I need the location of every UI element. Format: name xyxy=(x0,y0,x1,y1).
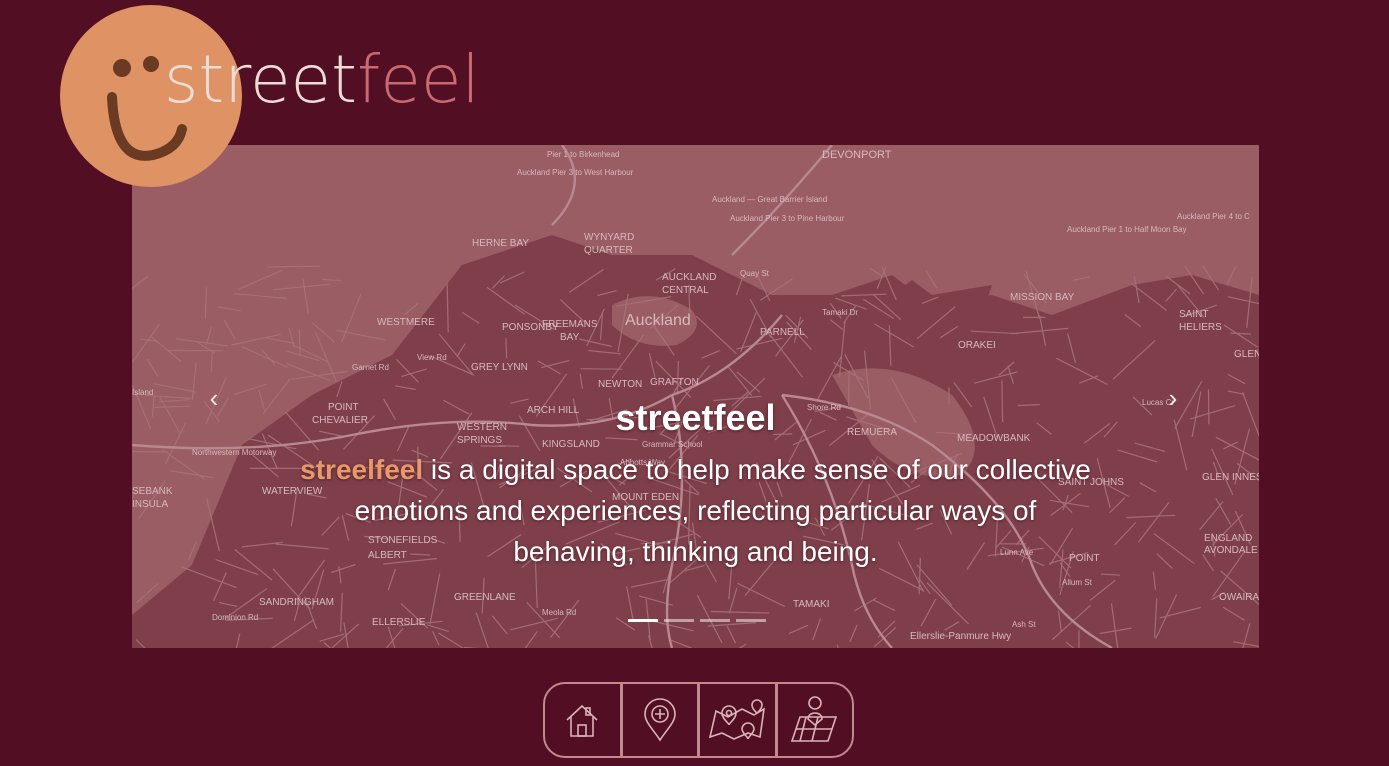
map-label: BAY xyxy=(560,332,580,343)
map-street xyxy=(580,368,623,370)
map-label: Ash St xyxy=(1012,620,1036,629)
map-label: Island xyxy=(132,388,153,397)
map-label: Meola Rd xyxy=(542,608,576,617)
map-label: TAMAKI xyxy=(793,599,829,610)
carousel-indicator[interactable] xyxy=(628,619,658,622)
caption-brand-word: streelfeel xyxy=(300,454,424,485)
nav-add-location-button[interactable] xyxy=(619,684,698,756)
map-label: Northwestern Motorway xyxy=(192,448,276,457)
nav-my-location-button[interactable] xyxy=(774,684,853,756)
map-label: GRAFTON xyxy=(650,377,699,388)
hero-carousel: DEVONPORT Pier 1 to Birkenhead Auckland Pi… xyxy=(132,145,1259,648)
map-person-icon xyxy=(790,696,837,742)
bottom-nav xyxy=(543,682,854,758)
map-label: SEBANK xyxy=(132,486,173,497)
carousel-indicators xyxy=(628,619,766,622)
home-icon xyxy=(566,704,598,737)
map-street xyxy=(505,338,508,359)
caption-title: streetfeel xyxy=(615,397,776,438)
map-label: GREENLANE xyxy=(454,592,516,603)
caption-description: streelfeel is a digital space to help ma… xyxy=(292,449,1099,572)
nav-home-button[interactable] xyxy=(545,684,620,756)
carousel-indicator[interactable] xyxy=(664,619,694,622)
carousel-next-button[interactable]: › xyxy=(1158,383,1188,413)
map-label: QUARTER xyxy=(584,245,633,256)
streetfeel-logo[interactable]: streetfeel xyxy=(60,5,540,195)
chevron-right-icon: › xyxy=(1168,383,1178,413)
map-label: View Rd xyxy=(417,353,447,362)
folded-map-icon xyxy=(709,699,766,740)
logo-word-feel: feel xyxy=(357,41,480,118)
carousel-indicator[interactable] xyxy=(736,619,766,622)
map-label: SAINT xyxy=(1179,309,1208,320)
map-label: GLEND xyxy=(1234,349,1259,360)
carousel-caption: streetfeel streelfeel is a digital space… xyxy=(292,397,1099,572)
map-label: Auckland Pier 1 to Half Moon Bay xyxy=(1067,225,1187,234)
map-label: ELLERSLIE xyxy=(372,617,426,628)
map-label: Allum St xyxy=(1062,578,1093,587)
map-label: FREEMANS xyxy=(542,319,598,330)
page: streetfeel DEVONPORT Pier 1 to Birkenhead… xyxy=(0,0,1389,766)
map-label: Pier 1 to Birkenhead xyxy=(547,150,620,159)
map-label: GREY LYNN xyxy=(471,362,528,373)
map-label: MISSION BAY xyxy=(1010,292,1075,303)
map-label: ORAKEI xyxy=(958,340,996,351)
caption-text: is a digital space to help make sense of… xyxy=(354,454,1091,567)
map-label: Garnet Rd xyxy=(352,363,389,372)
carousel-indicator[interactable] xyxy=(700,619,730,622)
map-label: Quay St xyxy=(740,269,770,278)
map-label: Ellerslie-Panmure Hwy xyxy=(910,631,1011,642)
map-label: Auckland Pier 3 to Pine Harbour xyxy=(730,214,845,223)
nav-map-button[interactable] xyxy=(697,684,775,756)
map-label: WESTMERE xyxy=(377,317,435,328)
logo-wordmark: streetfeel xyxy=(164,47,480,113)
map-label: HERNE BAY xyxy=(472,238,529,249)
map-label: OWAIRAKA xyxy=(1219,592,1259,603)
carousel-prev-button[interactable]: ‹ xyxy=(199,383,229,413)
map-pin-plus-icon xyxy=(643,698,676,742)
map-label: ENGLAND xyxy=(1204,533,1252,544)
map-label: WYNYARD xyxy=(584,232,634,243)
map-label: AVONDALE xyxy=(1204,545,1258,556)
map-label: SANDRINGHAM xyxy=(259,597,334,608)
map-label: INSULA xyxy=(132,499,168,510)
chevron-left-icon: ‹ xyxy=(209,383,219,413)
map-label: NEWTON xyxy=(598,379,642,390)
map-label: Auckland — Great Barrier Island xyxy=(712,195,827,204)
map-label: Tamaki Dr xyxy=(822,308,858,317)
map-label: DEVONPORT xyxy=(822,149,892,161)
map-label: GLEN INNES xyxy=(1202,472,1259,483)
map-label: Dominion Rd xyxy=(212,613,258,622)
map-label: PARNELL xyxy=(760,327,805,338)
map-street xyxy=(210,349,213,372)
map-label: Auckland xyxy=(625,312,691,329)
map-label: Auckland Pier 4 to C xyxy=(1177,212,1250,221)
logo-word-street: street xyxy=(164,41,358,118)
map-label: AUCKLAND xyxy=(662,272,716,283)
map-label: CENTRAL xyxy=(662,285,709,296)
map-label: HELIERS xyxy=(1179,322,1222,333)
